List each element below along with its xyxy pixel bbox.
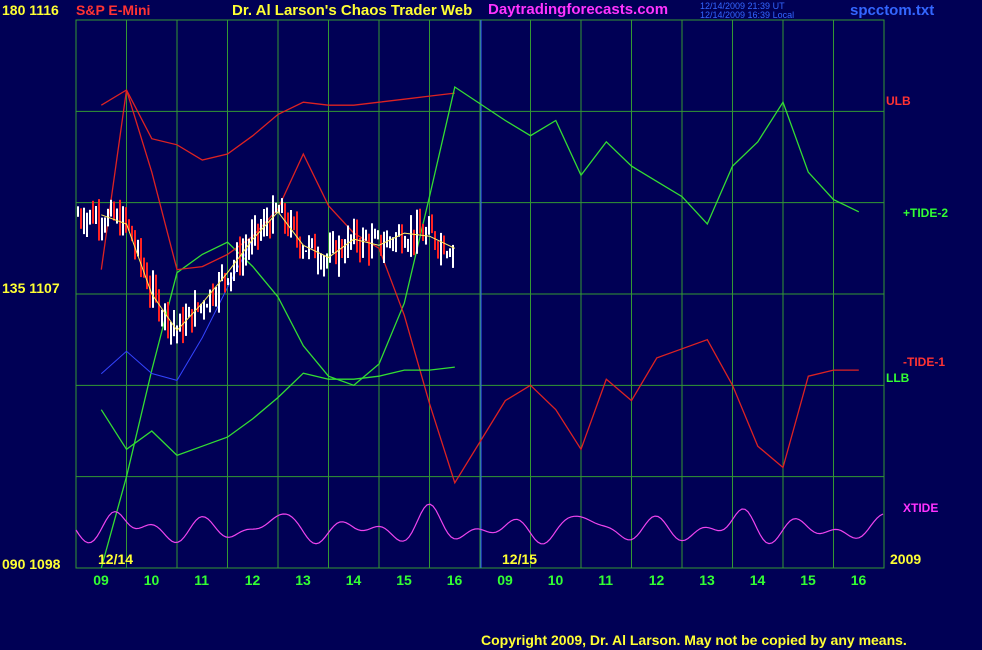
hour-tick-label: 14	[749, 572, 766, 588]
chart-area	[75, 19, 885, 569]
legend-xtide: XTIDE	[903, 501, 939, 515]
copyright-footer: Copyright 2009, Dr. Al Larson. May not b…	[481, 632, 907, 648]
hour-tick-label: 16	[446, 572, 463, 588]
symbol-label: S&P E-Mini	[76, 2, 151, 18]
hour-tick-label: 11	[194, 572, 210, 588]
legend-tide-plus2: +TIDE-2	[903, 206, 949, 220]
date-label-day2: 12/15	[502, 551, 538, 567]
chart-grid	[75, 19, 885, 569]
hour-tick-label: 09	[497, 572, 513, 588]
y-bottom-label: 090 1098	[2, 556, 61, 572]
hour-tick-label: 16	[850, 572, 867, 588]
site-link[interactable]: Daytradingforecasts.com	[488, 1, 668, 18]
hour-tick-label: 14	[345, 572, 362, 588]
hour-tick-label: 12	[648, 572, 665, 588]
hour-tick-label: 13	[699, 572, 715, 588]
hour-tick-label: 15	[800, 572, 816, 588]
y-top-label: 180 1116	[2, 2, 59, 18]
hour-tick-label: 11	[598, 572, 614, 588]
legend-tide-minus1: -TIDE-1	[903, 355, 945, 369]
y-mid-label: 135 1107	[2, 280, 60, 296]
timestamp-local: 12/14/2009 16:39 Local	[700, 10, 795, 20]
hour-tick-label: 13	[295, 572, 311, 588]
price-bars	[77, 195, 456, 345]
year-label: 2009	[890, 551, 922, 567]
date-label-day1: 12/14	[98, 551, 134, 567]
data-file-label: spcctom.txt	[850, 2, 935, 19]
hour-tick-label: 10	[547, 572, 564, 588]
legend-llb: LLB	[886, 371, 910, 385]
legend-ulb: ULB	[886, 94, 911, 108]
hour-tick-label: 10	[143, 572, 160, 588]
hour-tick-label: 12	[244, 572, 261, 588]
hour-tick-label: 15	[396, 572, 412, 588]
hour-tick-label: 09	[93, 572, 109, 588]
chart-title: Dr. Al Larson's Chaos Trader Web	[232, 2, 473, 19]
